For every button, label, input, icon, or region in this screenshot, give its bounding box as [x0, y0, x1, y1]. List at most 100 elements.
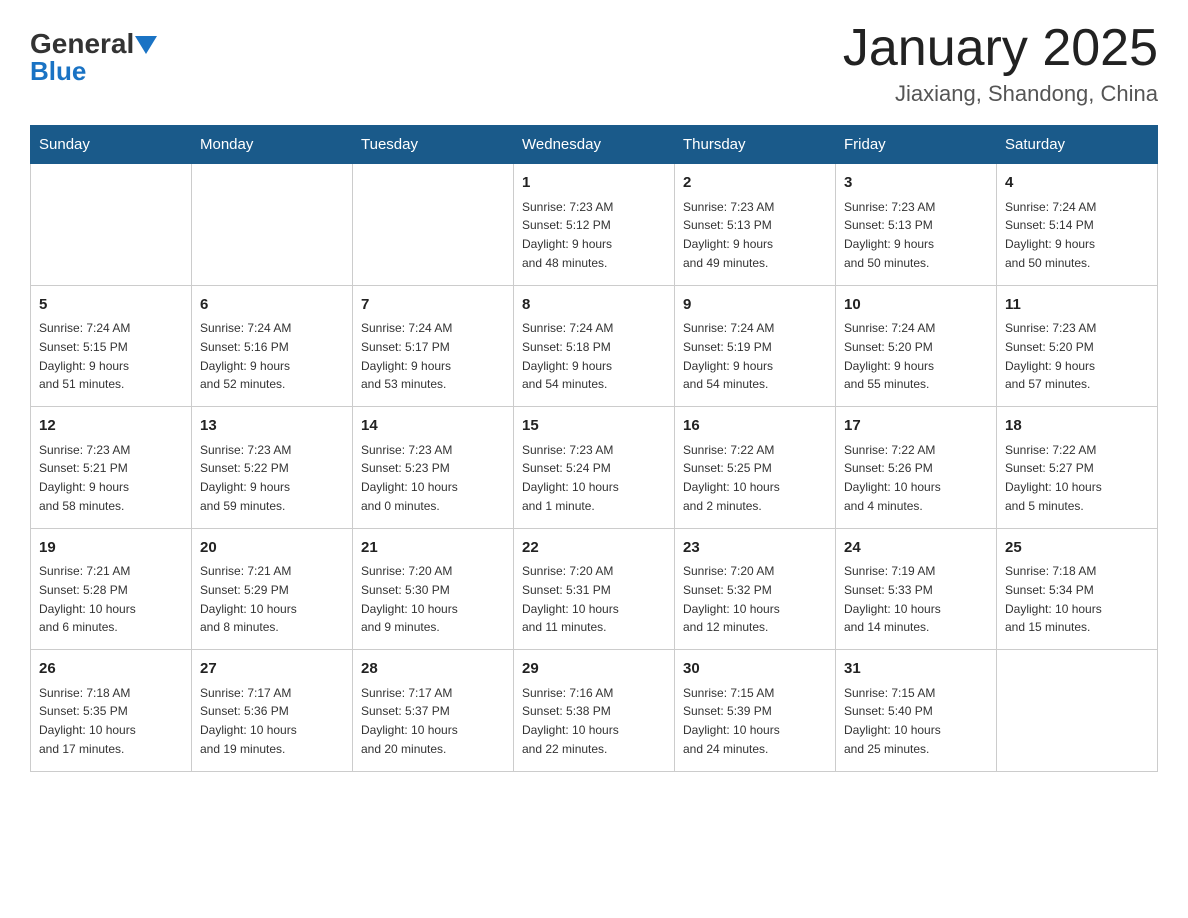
calendar-cell: 20Sunrise: 7:21 AM Sunset: 5:29 PM Dayli… — [192, 528, 353, 650]
day-number: 31 — [844, 658, 988, 681]
day-info: Sunrise: 7:22 AM Sunset: 5:26 PM Dayligh… — [844, 443, 941, 513]
week-row-5: 26 Sunrise: 7:18 AM Sunset: 5:35 PM Dayli… — [31, 650, 1158, 772]
day-number: 23 — [683, 537, 827, 560]
day-number: 30 — [683, 658, 827, 681]
day-info: Sunrise: 7:21 AM Sunset: 5:29 PM Dayligh… — [200, 564, 297, 634]
day-number: 17 — [844, 415, 988, 438]
day-info: Sunrise: 7:24 AM Sunset: 5:14 PM Dayligh… — [1005, 200, 1096, 270]
day-info: Sunrise: 7:24 AM Sunset: 5:20 PM Dayligh… — [844, 321, 935, 391]
calendar-cell: 28 Sunrise: 7:17 AM Sunset: 5:37 PM Dayli… — [353, 650, 514, 772]
calendar-subtitle: Jiaxiang, Shandong, China — [843, 81, 1158, 107]
day-number: 16 — [683, 415, 827, 438]
day-number: 25 — [1005, 537, 1149, 560]
calendar-body: 1 Sunrise: 7:23 AM Sunset: 5:12 PM Daylig… — [31, 164, 1158, 772]
day-info: Sunrise: 7:24 AM Sunset: 5:19 PM Dayligh… — [683, 321, 774, 391]
weekday-header-wednesday: Wednesday — [514, 126, 675, 164]
day-number: 24 — [844, 537, 988, 560]
day-number: 22 — [522, 537, 666, 560]
week-row-1: 1 Sunrise: 7:23 AM Sunset: 5:12 PM Daylig… — [31, 164, 1158, 286]
weekday-header-thursday: Thursday — [675, 126, 836, 164]
calendar-cell: 25 Sunrise: 7:18 AM Sunset: 5:34 PM Dayli… — [997, 528, 1158, 650]
calendar-cell: 30 Sunrise: 7:15 AM Sunset: 5:39 PM Dayli… — [675, 650, 836, 772]
calendar-cell: 11 Sunrise: 7:23 AM Sunset: 5:20 PM Dayli… — [997, 285, 1158, 407]
page-header: General Blue January 2025 Jiaxiang, Shan… — [30, 20, 1158, 107]
calendar-cell: 1 Sunrise: 7:23 AM Sunset: 5:12 PM Daylig… — [514, 164, 675, 286]
day-info: Sunrise: 7:23 AM Sunset: 5:12 PM Dayligh… — [522, 200, 613, 270]
calendar-cell: 29 Sunrise: 7:16 AM Sunset: 5:38 PM Dayli… — [514, 650, 675, 772]
day-info: Sunrise: 7:18 AM Sunset: 5:34 PM Dayligh… — [1005, 564, 1102, 634]
calendar-cell: 5 Sunrise: 7:24 AM Sunset: 5:15 PM Daylig… — [31, 285, 192, 407]
logo-triangle-icon — [135, 36, 157, 54]
calendar-cell: 3 Sunrise: 7:23 AM Sunset: 5:13 PM Daylig… — [836, 164, 997, 286]
day-number: 7 — [361, 294, 505, 317]
week-row-4: 19 Sunrise: 7:21 AM Sunset: 5:28 PM Dayli… — [31, 528, 1158, 650]
calendar-cell: 7 Sunrise: 7:24 AM Sunset: 5:17 PM Daylig… — [353, 285, 514, 407]
calendar-cell — [31, 164, 192, 286]
day-info: Sunrise: 7:19 AM Sunset: 5:33 PM Dayligh… — [844, 564, 941, 634]
day-number: 8 — [522, 294, 666, 317]
calendar-cell: 6 Sunrise: 7:24 AM Sunset: 5:16 PM Daylig… — [192, 285, 353, 407]
day-info: Sunrise: 7:24 AM Sunset: 5:15 PM Dayligh… — [39, 321, 130, 391]
day-number: 12 — [39, 415, 183, 438]
day-info: Sunrise: 7:16 AM Sunset: 5:38 PM Dayligh… — [522, 686, 619, 756]
day-number: 27 — [200, 658, 344, 681]
day-number: 13 — [200, 415, 344, 438]
day-number: 21 — [361, 537, 505, 560]
calendar-cell: 21 Sunrise: 7:20 AM Sunset: 5:30 PM Dayli… — [353, 528, 514, 650]
calendar-cell: 4 Sunrise: 7:24 AM Sunset: 5:14 PM Daylig… — [997, 164, 1158, 286]
day-info: Sunrise: 7:17 AM Sunset: 5:36 PM Dayligh… — [200, 686, 297, 756]
day-info: Sunrise: 7:23 AM Sunset: 5:20 PM Dayligh… — [1005, 321, 1096, 391]
calendar-cell: 10 Sunrise: 7:24 AM Sunset: 5:20 PM Dayli… — [836, 285, 997, 407]
day-info: Sunrise: 7:15 AM Sunset: 5:39 PM Dayligh… — [683, 686, 780, 756]
day-number: 26 — [39, 658, 183, 681]
day-info: Sunrise: 7:22 AM Sunset: 5:25 PM Dayligh… — [683, 443, 780, 513]
weekday-header-monday: Monday — [192, 126, 353, 164]
calendar-table: SundayMondayTuesdayWednesdayThursdayFrid… — [30, 125, 1158, 772]
day-info: Sunrise: 7:23 AM Sunset: 5:22 PM Dayligh… — [200, 443, 291, 513]
calendar-cell: 23 Sunrise: 7:20 AM Sunset: 5:32 PM Dayli… — [675, 528, 836, 650]
calendar-cell: 8Sunrise: 7:24 AM Sunset: 5:18 PM Daylig… — [514, 285, 675, 407]
day-number: 11 — [1005, 294, 1149, 317]
calendar-cell: 2Sunrise: 7:23 AM Sunset: 5:13 PM Daylig… — [675, 164, 836, 286]
day-info: Sunrise: 7:24 AM Sunset: 5:16 PM Dayligh… — [200, 321, 291, 391]
day-number: 9 — [683, 294, 827, 317]
day-info: Sunrise: 7:22 AM Sunset: 5:27 PM Dayligh… — [1005, 443, 1102, 513]
day-number: 10 — [844, 294, 988, 317]
day-number: 14 — [361, 415, 505, 438]
calendar-cell: 19 Sunrise: 7:21 AM Sunset: 5:28 PM Dayli… — [31, 528, 192, 650]
day-info: Sunrise: 7:18 AM Sunset: 5:35 PM Dayligh… — [39, 686, 136, 756]
day-number: 1 — [522, 172, 666, 195]
weekday-header-tuesday: Tuesday — [353, 126, 514, 164]
calendar-cell: 24 Sunrise: 7:19 AM Sunset: 5:33 PM Dayli… — [836, 528, 997, 650]
calendar-cell — [997, 650, 1158, 772]
day-number: 3 — [844, 172, 988, 195]
day-info: Sunrise: 7:20 AM Sunset: 5:31 PM Dayligh… — [522, 564, 619, 634]
day-info: Sunrise: 7:23 AM Sunset: 5:13 PM Dayligh… — [844, 200, 935, 270]
day-info: Sunrise: 7:20 AM Sunset: 5:32 PM Dayligh… — [683, 564, 780, 634]
calendar-cell: 9 Sunrise: 7:24 AM Sunset: 5:19 PM Daylig… — [675, 285, 836, 407]
day-number: 6 — [200, 294, 344, 317]
calendar-cell: 31Sunrise: 7:15 AM Sunset: 5:40 PM Dayli… — [836, 650, 997, 772]
day-info: Sunrise: 7:23 AM Sunset: 5:13 PM Dayligh… — [683, 200, 774, 270]
day-info: Sunrise: 7:24 AM Sunset: 5:17 PM Dayligh… — [361, 321, 452, 391]
calendar-cell — [192, 164, 353, 286]
weekday-header-sunday: Sunday — [31, 126, 192, 164]
day-number: 28 — [361, 658, 505, 681]
day-info: Sunrise: 7:23 AM Sunset: 5:24 PM Dayligh… — [522, 443, 619, 513]
day-number: 4 — [1005, 172, 1149, 195]
calendar-header: SundayMondayTuesdayWednesdayThursdayFrid… — [31, 126, 1158, 164]
day-info: Sunrise: 7:20 AM Sunset: 5:30 PM Dayligh… — [361, 564, 458, 634]
day-number: 29 — [522, 658, 666, 681]
weekday-header-friday: Friday — [836, 126, 997, 164]
day-number: 5 — [39, 294, 183, 317]
calendar-cell: 12Sunrise: 7:23 AM Sunset: 5:21 PM Dayli… — [31, 407, 192, 529]
day-info: Sunrise: 7:21 AM Sunset: 5:28 PM Dayligh… — [39, 564, 136, 634]
day-info: Sunrise: 7:17 AM Sunset: 5:37 PM Dayligh… — [361, 686, 458, 756]
calendar-cell: 26 Sunrise: 7:18 AM Sunset: 5:35 PM Dayli… — [31, 650, 192, 772]
logo: General Blue — [30, 20, 157, 87]
weekday-header-saturday: Saturday — [997, 126, 1158, 164]
day-number: 19 — [39, 537, 183, 560]
day-number: 18 — [1005, 415, 1149, 438]
calendar-cell: 13 Sunrise: 7:23 AM Sunset: 5:22 PM Dayli… — [192, 407, 353, 529]
calendar-cell: 15Sunrise: 7:23 AM Sunset: 5:24 PM Dayli… — [514, 407, 675, 529]
